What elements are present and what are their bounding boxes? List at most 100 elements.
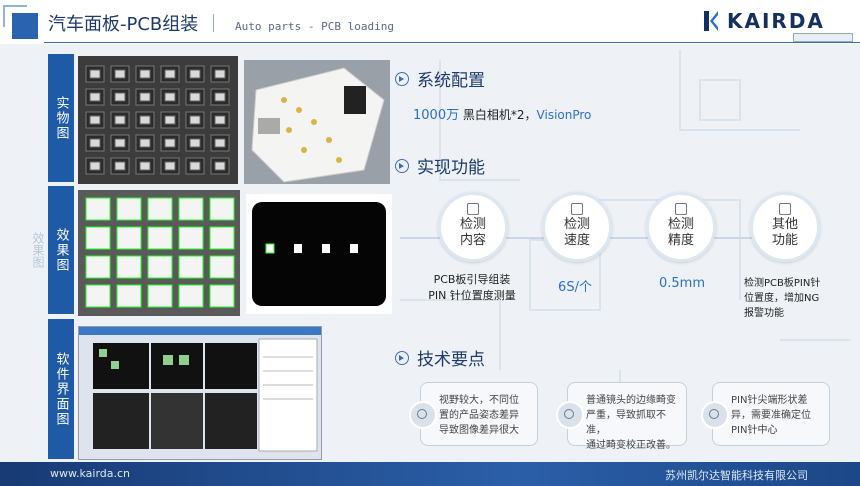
search-icon [409,401,437,429]
header: 汽车面板-PCB组装 Auto parts - PCB loading KAIR… [0,0,860,44]
detected-part [209,197,235,221]
function-label: 检测 [563,217,590,232]
kairda-logo-icon [704,11,718,31]
tray-part [164,115,176,125]
document-icon [467,203,479,215]
page-title: 汽车面板-PCB组装 [48,14,199,35]
tech-tip-2: 普通镜头的边缘畸变 严重，导致抓取不准， 通过畸变校正改善。 [556,382,687,451]
function-label: 速度 [563,233,590,248]
function-label: 精度 [667,233,694,248]
software-screenshot [78,326,322,460]
detected-part [147,197,173,221]
footer-company: 苏州凯尔达智能科技有限公司 [665,469,808,482]
logo-badge [793,33,853,42]
tray-part [89,69,101,79]
detected-part [178,284,204,308]
detected-part [85,284,111,308]
function-value-other: 检测PCB板PIN针 位置度，增加NG 报警功能 [744,278,821,319]
tray-part [89,161,101,171]
section-functions: 实现功能 [395,153,485,178]
page-subtitle: Auto parts - PCB loading [235,20,394,33]
function-label: 检测 [459,217,486,232]
functions-heading: 实现功能 [417,158,485,178]
brand-logo: KAIRDA [703,9,825,33]
footer-url[interactable]: www.kairda.cn [50,467,130,480]
tech-heading: 技术要点 [417,350,485,370]
cube-icon [779,203,791,215]
tray-part [164,138,176,148]
tray-part [189,92,201,102]
function-label: 功能 [771,233,798,248]
tray-part [114,92,126,102]
title-separator [213,14,214,32]
tray-part [164,69,176,79]
footer: www.kairda.cn 苏州凯尔达智能科技有限公司 [0,462,860,486]
logo-text: KAIRDA [727,9,825,33]
function-label: 内容 [459,233,486,248]
detected-part [178,255,204,279]
function-item-other: 其他 功能 [750,192,820,262]
tray-part [189,138,201,148]
tray-photo [78,56,238,184]
tray-part [214,138,226,148]
effect-image-pins [246,194,392,314]
ghost-label: 效果图 [31,232,45,268]
function-label: 检测 [667,217,694,232]
rocket-icon [571,203,583,215]
pcb-photo [244,60,390,184]
tray-part [114,138,126,148]
function-item-precision: 检测 精度 [646,192,716,262]
header-divider [44,42,860,43]
function-value-speed: 6S/个 [558,280,592,295]
tip-text: PIN针尖端形状差 异，需要准确定位 PIN针中心 [731,395,811,436]
tray-part [164,92,176,102]
tray-part [114,161,126,171]
detected-part [85,226,111,250]
tray-part [214,69,226,79]
detected-part [147,226,173,250]
function-item-content: 检测 内容 [438,192,508,262]
tray-part [89,138,101,148]
tray-part [139,161,151,171]
detected-part [178,226,204,250]
section-arrow-icon [395,71,409,86]
tray-part [214,161,226,171]
tip-text: 普通镜头的边缘畸变 严重，导致抓取不准， 通过畸变校正改善。 [586,395,676,451]
tech-tip-3: PIN针尖端形状差 异，需要准确定位 PIN针中心 [701,382,830,446]
tray-part [164,161,176,171]
section-tech-points: 技术要点 [395,345,485,370]
section-system-config: 系统配置 [395,66,485,91]
tray-part [89,115,101,125]
tray-part [139,138,151,148]
function-label: 其他 [771,217,798,232]
label-real-photo: 实物图 [48,54,74,182]
section-arrow-icon [395,158,409,173]
header-decoration-block [12,13,38,39]
tray-part [114,115,126,125]
target-icon [556,401,584,429]
config-heading: 系统配置 [417,71,485,91]
detected-part [116,226,142,250]
section-arrow-icon [395,350,409,365]
detected-part [116,255,142,279]
detected-part [147,284,173,308]
detected-part [116,197,142,221]
tray-part [214,115,226,125]
wrench-icon [701,401,729,429]
ruler-icon [675,203,687,215]
detected-part [209,226,235,250]
camera-resolution: 1000万 [413,108,460,123]
tray-part [214,92,226,102]
detected-part [209,255,235,279]
effect-image-grid [78,190,240,316]
detected-part [209,284,235,308]
tray-part [139,92,151,102]
detected-part [85,255,111,279]
detected-part [116,284,142,308]
function-item-speed: 检测 速度 [542,192,612,262]
camera-description: 黑白相机*2， [459,108,537,122]
tray-part [189,69,201,79]
label-software-ui: 软件界面图 [48,319,74,459]
tip-text: 视野较大，不同位 置的产品姿态差异 导致图像差异很大 [439,395,519,436]
tray-part [114,69,126,79]
